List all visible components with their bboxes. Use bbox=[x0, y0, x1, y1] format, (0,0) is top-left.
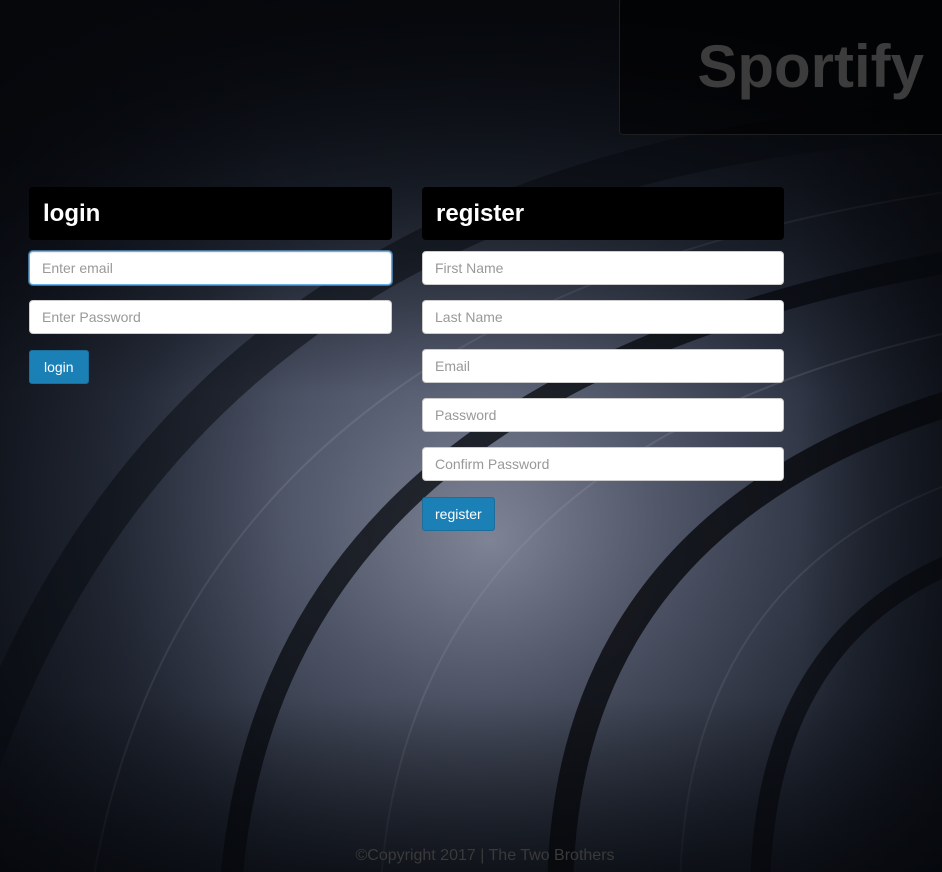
login-heading: login bbox=[43, 199, 101, 227]
register-heading: register bbox=[436, 199, 525, 227]
brand-title: Sportify bbox=[697, 33, 924, 100]
register-panel: register register bbox=[422, 187, 784, 531]
register-last-name-input[interactable] bbox=[422, 300, 784, 334]
login-header: login bbox=[29, 187, 392, 240]
register-confirm-password-input[interactable] bbox=[422, 447, 784, 481]
register-first-name-input[interactable] bbox=[422, 251, 784, 285]
register-email-input[interactable] bbox=[422, 349, 784, 383]
register-password-input[interactable] bbox=[422, 398, 784, 432]
login-panel: login login bbox=[29, 187, 392, 384]
login-button[interactable]: login bbox=[29, 350, 89, 384]
login-email-input[interactable] bbox=[29, 251, 392, 285]
footer-copyright: ©Copyright 2017 | The Two Brothers bbox=[355, 847, 615, 864]
register-header: register bbox=[422, 187, 784, 240]
brand-header-box: Sportify bbox=[619, 0, 942, 135]
register-button[interactable]: register bbox=[422, 497, 495, 531]
login-password-input[interactable] bbox=[29, 300, 392, 334]
